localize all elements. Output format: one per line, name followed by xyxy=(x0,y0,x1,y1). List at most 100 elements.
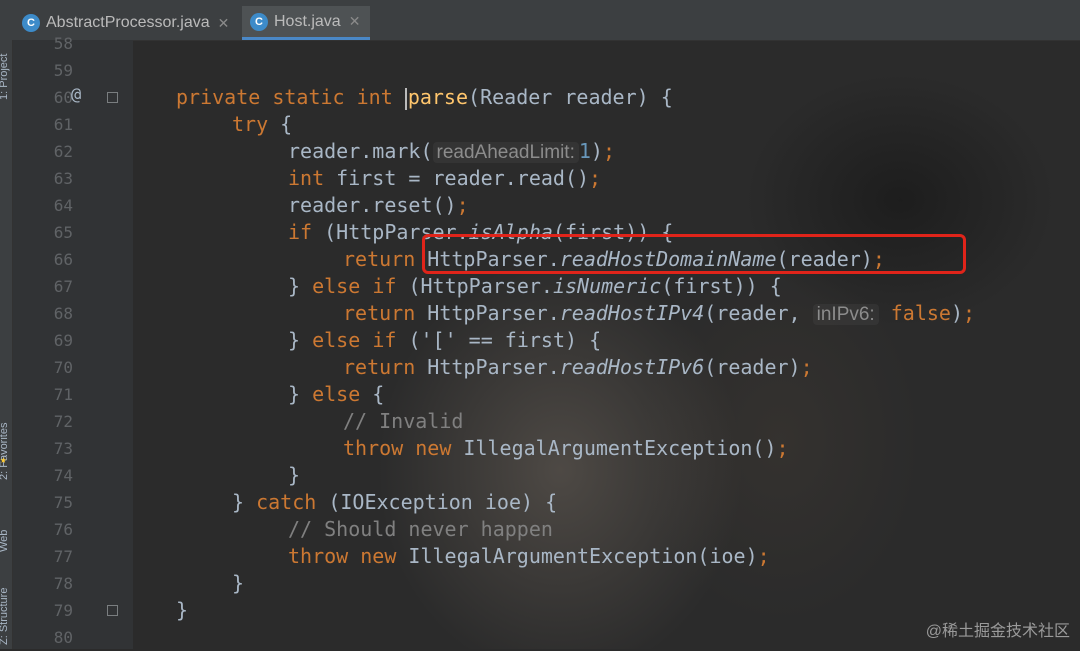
keyword: int xyxy=(288,166,325,190)
structure-tool-button[interactable]: Z: Structure xyxy=(0,588,10,645)
code-text: } xyxy=(232,571,245,595)
parameter-hint: readAheadLimit: xyxy=(432,142,579,163)
line-number: 61 xyxy=(53,115,73,134)
line-number: 60 xyxy=(53,88,73,107)
favorites-tool-button[interactable]: 2: Favorites xyxy=(0,423,10,480)
line-number: 79 xyxy=(53,601,73,620)
line-number: 72 xyxy=(53,412,73,431)
code-text: } xyxy=(232,490,257,514)
close-icon[interactable]: ✕ xyxy=(349,13,361,30)
web-tool-button[interactable]: Web xyxy=(0,530,10,552)
keyword: int xyxy=(356,85,393,109)
code-text: reader.mark( xyxy=(288,139,433,163)
keyword: throw xyxy=(343,436,404,460)
keyword: else xyxy=(312,382,361,406)
keyword: return xyxy=(343,247,416,271)
semicolon: ; xyxy=(800,355,813,379)
code-line-78: } xyxy=(232,570,244,597)
code-text: } xyxy=(288,463,301,487)
keyword: if xyxy=(372,328,397,352)
keyword: return xyxy=(343,301,416,325)
fold-icon[interactable] xyxy=(107,605,118,616)
tab-host[interactable]: C Host.java ✕ xyxy=(242,6,370,40)
line-number: 68 xyxy=(53,304,73,323)
line-number: 77 xyxy=(53,547,73,566)
editor-gutter: 58 59 60 61 62 63 64 65 66 67 68 69 70 7… xyxy=(13,34,133,649)
keyword: else xyxy=(312,328,361,352)
comment: // Invalid xyxy=(343,409,464,433)
code-line-75: } catch (IOException ioe) { xyxy=(232,489,557,516)
code-text: } xyxy=(288,328,313,352)
semicolon: ; xyxy=(602,139,616,163)
watermark: @稀土掘金技术社区 xyxy=(925,623,1070,640)
code-line-62: reader.mark(readAheadLimit: 1); xyxy=(288,138,615,166)
line-number: 58 xyxy=(53,34,73,53)
line-number: 69 xyxy=(53,331,73,350)
keyword: if xyxy=(288,220,313,244)
semicolon: ; xyxy=(776,436,789,460)
tool-window-strip: 1: Project 2: Favorites ★ Web Z: Structu… xyxy=(0,40,13,649)
keyword: else xyxy=(312,274,361,298)
static-method: readHostIPv4 xyxy=(559,301,705,325)
number-literal: 1 xyxy=(578,139,591,163)
override-annotation-icon[interactable]: @ xyxy=(71,85,81,105)
code-editor[interactable]: private static int parse(Reader reader) … xyxy=(133,40,1080,649)
text-caret xyxy=(404,87,407,110)
editor-tab-bar: C AbstractProcessor.java ✕ C Host.java ✕ xyxy=(0,0,1080,41)
line-number: 78 xyxy=(53,574,73,593)
line-number: 76 xyxy=(53,520,73,539)
line-number: 62 xyxy=(53,142,73,161)
code-text: } xyxy=(176,598,189,622)
keyword: catch xyxy=(256,490,317,514)
project-tool-button[interactable]: 1: Project xyxy=(0,54,10,100)
code-line-64: reader.reset(); xyxy=(288,192,469,219)
code-line-77: throw new IllegalArgumentException(ioe); xyxy=(288,543,770,570)
keyword: return xyxy=(343,355,416,379)
close-icon[interactable]: ✕ xyxy=(218,15,230,32)
code-text: first = reader.read() xyxy=(324,166,590,190)
code-line-71: } else { xyxy=(288,381,384,408)
code-text: reader.reset() xyxy=(288,193,457,217)
line-number: 64 xyxy=(53,196,73,215)
java-class-icon: C xyxy=(250,12,268,31)
keyword: throw xyxy=(288,544,349,568)
comment: // Should never happen xyxy=(288,517,553,541)
code-text: (first)) { xyxy=(661,274,782,298)
line-number: 73 xyxy=(53,439,73,458)
method-name: parse xyxy=(407,85,469,109)
static-method: isNumeric xyxy=(552,274,662,298)
code-text: IllegalArgumentException(ioe) xyxy=(396,544,758,568)
semicolon: ; xyxy=(456,193,469,217)
code-text: IllegalArgumentException() xyxy=(451,436,777,460)
code-text: HttpParser. xyxy=(415,355,560,379)
keyword: static xyxy=(272,85,345,109)
code-text: (reader, xyxy=(704,301,813,325)
star-icon: ★ xyxy=(0,453,7,466)
code-text: { xyxy=(268,112,293,136)
parameter-hint: inIPv6: xyxy=(812,304,879,325)
code-text: (reader) xyxy=(704,355,801,379)
keyword: false xyxy=(890,301,951,325)
code-line-61: try { xyxy=(232,111,292,138)
keyword: new xyxy=(360,544,397,568)
keyword: if xyxy=(372,274,397,298)
code-text: ('[' == first) { xyxy=(396,328,602,352)
line-number: 66 xyxy=(53,250,73,269)
code-text: HttpParser. xyxy=(415,301,560,325)
static-method: readHostIPv6 xyxy=(559,355,705,379)
highlight-annotation-box xyxy=(422,234,966,274)
keyword: try xyxy=(232,112,269,136)
line-number: 59 xyxy=(53,61,73,80)
code-text: { xyxy=(360,382,385,406)
line-number: 70 xyxy=(53,358,73,377)
keyword: private xyxy=(176,85,261,109)
code-text: ) xyxy=(590,139,603,163)
line-number: 71 xyxy=(53,385,73,404)
code-line-60: private static int parse(Reader reader) … xyxy=(176,84,673,111)
code-line-76: // Should never happen xyxy=(288,516,553,543)
code-line-69: } else if ('[' == first) { xyxy=(288,327,601,354)
fold-icon[interactable] xyxy=(107,92,118,103)
line-number: 80 xyxy=(53,628,73,647)
code-line-72: // Invalid xyxy=(343,408,463,435)
keyword: new xyxy=(415,436,452,460)
